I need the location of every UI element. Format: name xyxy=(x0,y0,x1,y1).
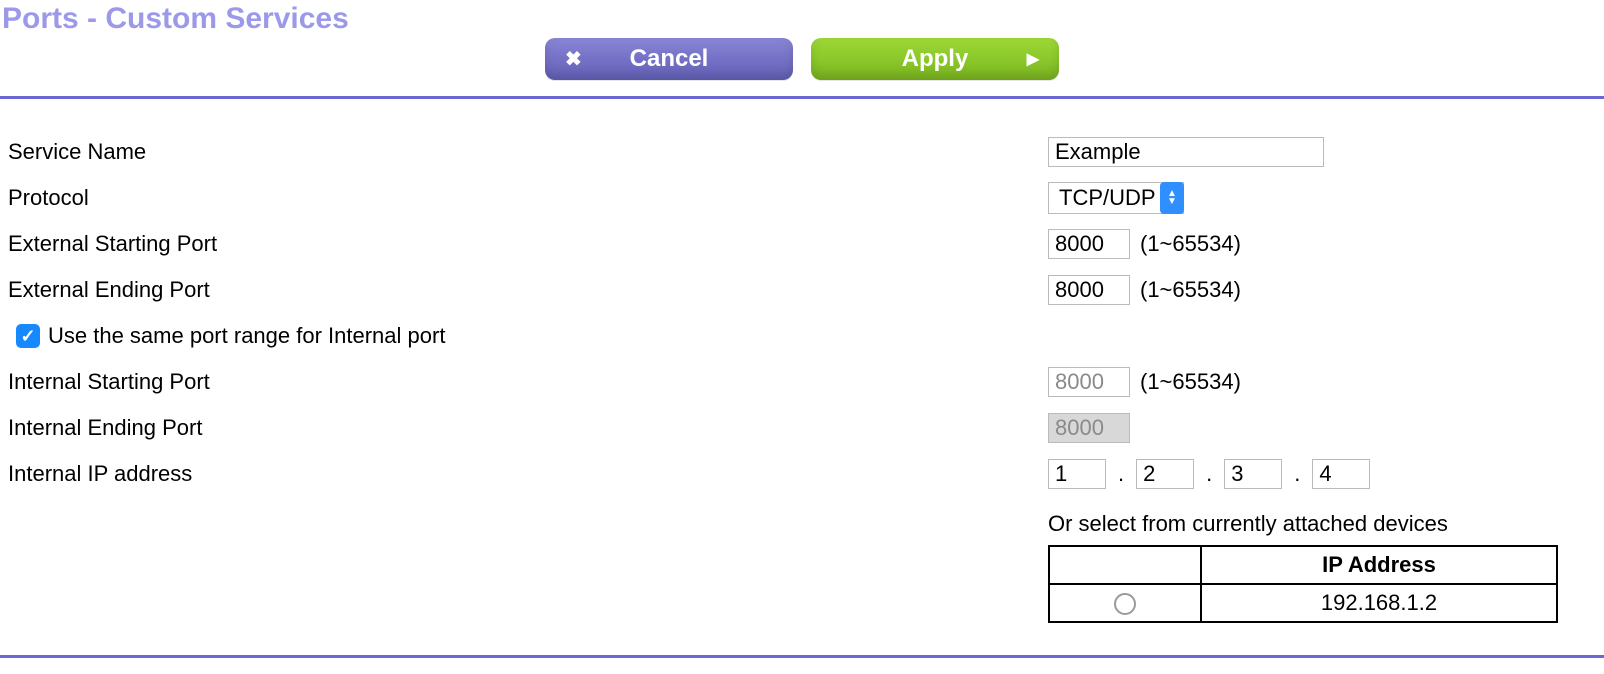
ip-octet-2-input[interactable] xyxy=(1136,459,1194,489)
device-ip-cell: 192.168.1.2 xyxy=(1201,584,1557,622)
action-bar: ✖ Cancel Apply ▶ xyxy=(0,32,1604,90)
ip-octet-1-input[interactable] xyxy=(1048,459,1106,489)
label-same-range: Use the same port range for Internal por… xyxy=(48,323,445,349)
table-row: 192.168.1.2 xyxy=(1049,584,1557,622)
cancel-button-label: Cancel xyxy=(630,45,709,73)
ip-octet-4-input[interactable] xyxy=(1312,459,1370,489)
protocol-select[interactable]: TCP/UDP ▲▼ xyxy=(1048,182,1184,214)
row-int-start: Internal Starting Port (1~65534) xyxy=(8,359,1596,405)
ip-sep-2: . xyxy=(1200,461,1218,487)
label-int-start: Internal Starting Port xyxy=(8,369,1048,395)
service-name-input[interactable] xyxy=(1048,137,1324,167)
label-ext-end: External Ending Port xyxy=(8,277,1048,303)
chevron-updown-icon: ▲▼ xyxy=(1160,182,1184,214)
hint-ext-end: (1~65534) xyxy=(1140,277,1241,303)
devices-table: IP Address 192.168.1.2 xyxy=(1048,545,1558,623)
close-icon: ✖ xyxy=(565,47,582,72)
ip-sep-3: . xyxy=(1288,461,1306,487)
label-service-name: Service Name xyxy=(8,139,1048,165)
row-service-name: Service Name xyxy=(8,129,1596,175)
row-protocol: Protocol TCP/UDP ▲▼ xyxy=(8,175,1596,221)
row-or-select: Or select from currently attached device… xyxy=(8,497,1596,623)
ip-sep-1: . xyxy=(1112,461,1130,487)
row-ext-end: External Ending Port (1~65534) xyxy=(8,267,1596,313)
ext-end-port-input[interactable] xyxy=(1048,275,1130,305)
label-int-ip: Internal IP address xyxy=(8,461,1048,487)
ext-start-port-input[interactable] xyxy=(1048,229,1130,259)
row-ext-start: External Starting Port (1~65534) xyxy=(8,221,1596,267)
row-same-range: ✓ Use the same port range for Internal p… xyxy=(8,313,1596,359)
row-int-end: Internal Ending Port xyxy=(8,405,1596,451)
divider-bottom xyxy=(0,655,1604,658)
page-title: Ports - Custom Services xyxy=(0,2,1604,36)
label-protocol: Protocol xyxy=(8,185,1048,211)
label-ext-start: External Starting Port xyxy=(8,231,1048,257)
device-select-radio[interactable] xyxy=(1114,593,1136,615)
devices-header-ip: IP Address xyxy=(1201,546,1557,584)
play-icon: ▶ xyxy=(1027,49,1039,69)
apply-button[interactable]: Apply ▶ xyxy=(811,38,1059,80)
label-int-end: Internal Ending Port xyxy=(8,415,1048,441)
devices-header-blank xyxy=(1049,546,1201,584)
cancel-button[interactable]: ✖ Cancel xyxy=(545,38,793,80)
hint-int-start: (1~65534) xyxy=(1140,369,1241,395)
same-range-checkbox[interactable]: ✓ xyxy=(16,324,40,348)
ip-octet-3-input[interactable] xyxy=(1224,459,1282,489)
row-int-ip: Internal IP address . . . xyxy=(8,451,1596,497)
int-end-port-input xyxy=(1048,413,1130,443)
form-area: Service Name Protocol TCP/UDP ▲▼ Externa… xyxy=(0,99,1604,639)
label-or-select: Or select from currently attached device… xyxy=(1048,511,1558,537)
apply-button-label: Apply xyxy=(902,45,969,73)
int-start-port-input[interactable] xyxy=(1048,367,1130,397)
hint-ext-start: (1~65534) xyxy=(1140,231,1241,257)
